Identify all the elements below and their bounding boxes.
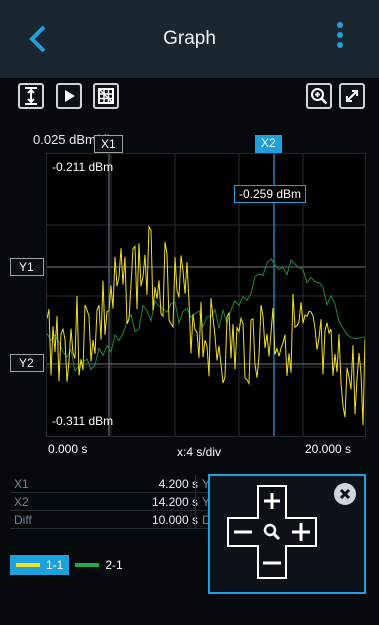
close-icon[interactable]: [334, 483, 356, 505]
app-header: Graph: [0, 0, 379, 78]
legend-item-2-1[interactable]: 2-1: [69, 555, 128, 575]
kebab-menu-icon[interactable]: [334, 22, 346, 54]
cursor-x2-marker[interactable]: X2: [255, 135, 282, 153]
plot-area: [46, 153, 366, 437]
zoom-out-horizontal-minus-icon[interactable]: [228, 517, 258, 547]
play-icon: [65, 90, 75, 102]
table-row: X2 14.200 s: [10, 493, 210, 511]
trace-swatch: [75, 563, 100, 567]
trace-2-1: [47, 257, 365, 373]
page-title: Graph: [163, 28, 216, 49]
cursor-x1-marker[interactable]: X1: [94, 135, 123, 153]
zoom-out-vertical-minus-icon[interactable]: [257, 548, 287, 578]
x-start-label: 0.000 s: [48, 442, 88, 456]
zoom-button[interactable]: [306, 83, 332, 109]
zoom-in-horizontal-plus-icon[interactable]: [286, 517, 316, 547]
fullscreen-button[interactable]: [339, 83, 365, 109]
zoom-pad: [208, 474, 366, 594]
y-bottom-value: -0.311 dBm: [52, 414, 114, 428]
table-row: Diff 10.000 s: [10, 511, 210, 529]
expand-icon: [346, 90, 358, 102]
cursor-readout: -0.259 dBm: [234, 185, 307, 203]
grid-toggle-button[interactable]: [93, 83, 119, 109]
zoom-in-vertical-plus-icon[interactable]: [257, 486, 287, 516]
zoom-in-icon: [311, 88, 328, 105]
x-end-label: 20.000 s: [305, 442, 352, 456]
search-icon[interactable]: [257, 517, 287, 547]
vertical-fit-icon: [25, 87, 37, 105]
trace-legend: 1-1 2-1: [10, 555, 129, 575]
y-top-value: -0.211 dBm: [52, 160, 114, 174]
grid-icon: [98, 88, 114, 104]
cursor-table: X1 4.200 s X2 14.200 s Diff 10.000 s: [10, 475, 210, 529]
legend-item-1-1[interactable]: 1-1: [10, 555, 70, 575]
trace-1-1: [47, 224, 365, 426]
autoscale-button[interactable]: [18, 83, 44, 109]
cursor-y1-marker[interactable]: Y1: [10, 258, 44, 276]
table-row: X1 4.200 s: [10, 475, 210, 493]
cursor-y2-marker[interactable]: Y2: [10, 354, 44, 372]
traces-canvas: [47, 154, 365, 436]
trace-swatch: [16, 563, 40, 567]
run-button[interactable]: [56, 83, 82, 109]
x-scale-label: x:4 s/div: [177, 445, 222, 459]
